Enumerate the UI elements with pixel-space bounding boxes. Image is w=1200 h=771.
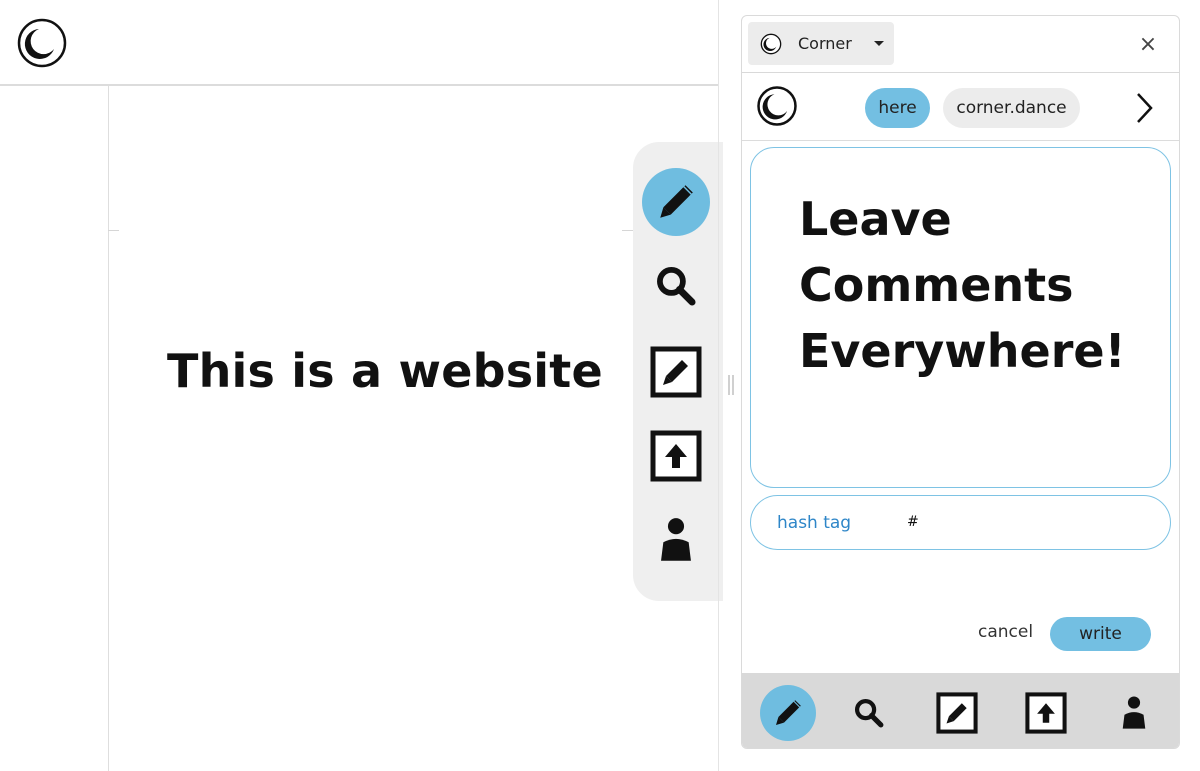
crescent-moon-logo-icon[interactable]	[756, 85, 798, 127]
search-button[interactable]	[642, 252, 710, 320]
pencil-icon	[660, 185, 693, 218]
profile-button[interactable]	[642, 506, 710, 574]
write-button[interactable]: write	[1050, 617, 1151, 651]
panel-bottom-nav	[742, 673, 1179, 748]
chevron-right-icon[interactable]	[1132, 91, 1156, 125]
hashtag-label: hash tag	[777, 513, 852, 533]
resize-grip-icon[interactable]	[727, 375, 735, 395]
user-icon	[661, 518, 691, 561]
app-name: Corner	[798, 34, 852, 53]
panel-header: Corner ×	[742, 16, 1179, 73]
upload-box-icon	[650, 430, 702, 482]
app-selector[interactable]: Corner	[748, 22, 894, 65]
close-icon[interactable]: ×	[1134, 30, 1162, 58]
nav-upload-box-button[interactable]	[1018, 685, 1074, 741]
search-icon	[657, 267, 696, 306]
pencil-icon	[776, 700, 801, 725]
nav-pencil-button[interactable]	[760, 685, 816, 741]
edit-box-button[interactable]	[642, 338, 710, 406]
scope-bar: here corner.dance	[742, 73, 1179, 141]
scope-chip-here[interactable]: here	[865, 88, 930, 128]
search-icon	[854, 698, 884, 728]
pencil-button[interactable]	[642, 168, 710, 236]
comment-text: Leave Comments Everywhere!	[799, 192, 1126, 378]
chevron-down-icon	[873, 41, 884, 46]
upload-box-icon	[1025, 692, 1067, 734]
pane-divider[interactable]	[718, 0, 719, 771]
upload-box-button[interactable]	[642, 422, 710, 490]
site-left-border	[108, 86, 109, 771]
site-heading: This is a website	[167, 344, 603, 398]
comment-textarea[interactable]: Leave Comments Everywhere!	[750, 147, 1171, 488]
crescent-moon-logo-icon[interactable]	[17, 18, 67, 68]
nav-edit-box-button[interactable]	[929, 685, 985, 741]
scope-chip-site[interactable]: corner.dance	[943, 88, 1080, 128]
floating-toolbar	[633, 142, 723, 601]
edit-box-icon	[936, 692, 978, 734]
crescent-moon-logo-icon	[760, 33, 782, 54]
cancel-button[interactable]: cancel	[978, 622, 1033, 642]
hashtag-input[interactable]	[907, 510, 1147, 534]
nav-profile-button[interactable]	[1106, 685, 1162, 741]
nav-search-button[interactable]	[841, 685, 897, 741]
edit-box-icon	[650, 346, 702, 398]
user-icon	[1122, 696, 1146, 729]
corner-panel: Corner × here corner.dance Leave Comment…	[741, 15, 1180, 749]
hashtag-field[interactable]: hash tag	[750, 495, 1171, 550]
site-guide-tick	[108, 230, 119, 231]
